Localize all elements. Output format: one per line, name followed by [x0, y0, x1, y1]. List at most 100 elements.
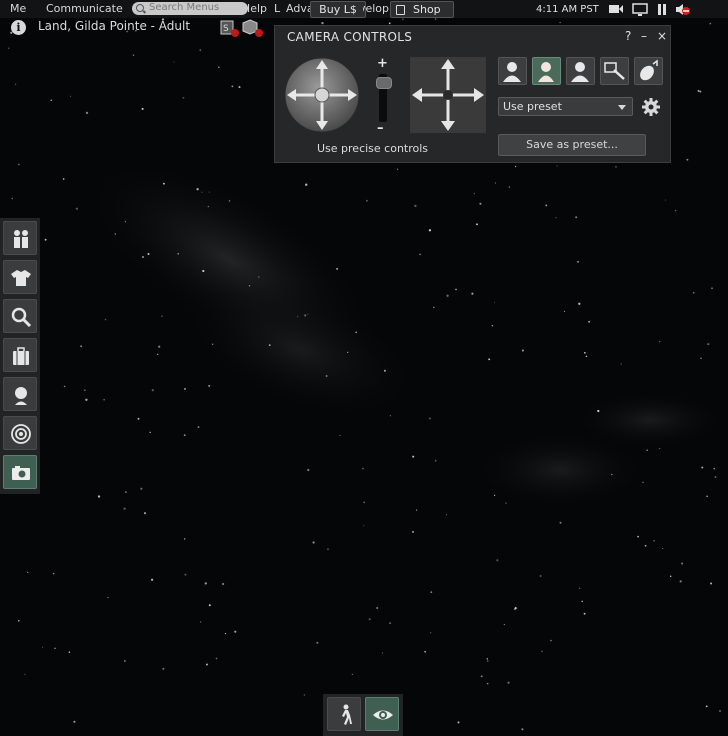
- star: [692, 291, 695, 294]
- star: [550, 639, 552, 642]
- help-button[interactable]: ?: [625, 29, 631, 43]
- camera-view-button[interactable]: [365, 697, 399, 731]
- star: [27, 571, 29, 573]
- star: [577, 260, 580, 263]
- star: [362, 467, 364, 470]
- star: [140, 487, 143, 490]
- zoom-slider-thumb[interactable]: [376, 77, 392, 89]
- star: [125, 491, 127, 493]
- location-title[interactable]: Land, Gilda Pointe - Adult: [38, 19, 190, 33]
- buy-currency-button[interactable]: Buy L$: [310, 1, 366, 18]
- svg-text:S: S: [223, 24, 229, 34]
- star: [493, 302, 495, 304]
- star: [234, 630, 237, 633]
- menu-me[interactable]: Me: [10, 2, 26, 15]
- star: [124, 660, 126, 662]
- star: [339, 435, 341, 437]
- star: [495, 182, 497, 184]
- star: [151, 389, 154, 392]
- rear-view-button[interactable]: [566, 57, 595, 85]
- object-view-icon: [604, 62, 625, 80]
- no-scripts-icon[interactable]: S: [220, 20, 240, 38]
- pause-icon[interactable]: [656, 3, 668, 16]
- preset-dropdown[interactable]: Use preset: [498, 97, 633, 116]
- star: [221, 582, 225, 586]
- gear-icon[interactable]: [641, 97, 661, 117]
- precise-controls-label[interactable]: Use precise controls: [317, 142, 428, 155]
- star: [564, 310, 566, 312]
- star: [73, 720, 76, 723]
- star: [18, 620, 20, 622]
- star: [184, 387, 186, 390]
- menu-help[interactable]: Help: [245, 2, 267, 15]
- star: [707, 343, 710, 346]
- search-menus-field[interactable]: Search Menus: [132, 2, 248, 15]
- star: [327, 548, 329, 551]
- avatar-icon: [15, 387, 27, 405]
- star: [701, 466, 704, 469]
- mouselook-icon: [640, 59, 658, 81]
- menu-communicate[interactable]: Communicate: [46, 2, 123, 15]
- star: [653, 539, 655, 542]
- snapshot-button[interactable]: [3, 455, 37, 489]
- panel-title: CAMERA CONTROLS: [287, 30, 413, 44]
- star: [321, 21, 324, 25]
- walk-button[interactable]: [327, 697, 361, 731]
- star: [228, 200, 231, 202]
- star: [446, 294, 449, 297]
- object-view-button[interactable]: [600, 57, 629, 85]
- star: [248, 284, 251, 287]
- star: [202, 269, 205, 273]
- star: [642, 481, 644, 483]
- pan-control[interactable]: [410, 57, 486, 133]
- menu-l[interactable]: L: [274, 2, 284, 15]
- side-view-button[interactable]: [532, 57, 561, 85]
- star: [659, 341, 661, 343]
- star: [212, 343, 214, 345]
- star: [432, 306, 435, 309]
- info-icon[interactable]: i: [11, 20, 26, 35]
- inventory-button[interactable]: [3, 338, 37, 372]
- appearance-button[interactable]: [3, 260, 37, 294]
- star: [545, 204, 548, 207]
- minimize-button[interactable]: –: [641, 29, 647, 43]
- star: [184, 573, 187, 576]
- star: [706, 495, 708, 498]
- people-button[interactable]: [3, 221, 37, 255]
- star: [205, 663, 208, 666]
- star: [496, 559, 499, 562]
- save-as-preset-button[interactable]: Save as preset...: [498, 134, 646, 156]
- video-icon[interactable]: [608, 3, 624, 15]
- volume-muted-icon[interactable]: [675, 3, 691, 16]
- mouselook-button[interactable]: [634, 57, 663, 85]
- star: [365, 199, 368, 202]
- star: [521, 349, 524, 352]
- star: [42, 646, 44, 648]
- star: [646, 449, 648, 451]
- inventory-icon: [13, 347, 29, 365]
- search-button[interactable]: [3, 299, 37, 333]
- zoom-slider[interactable]: [376, 74, 392, 122]
- star: [714, 476, 717, 478]
- shop-button[interactable]: Shop: [390, 1, 454, 18]
- star: [507, 681, 510, 684]
- star: [52, 572, 55, 575]
- menu-develop[interactable]: Develop: [363, 2, 389, 15]
- star: [578, 302, 581, 305]
- radar-button[interactable]: [3, 416, 37, 450]
- star: [597, 409, 600, 413]
- orbit-control[interactable]: [284, 57, 360, 133]
- star: [479, 202, 482, 205]
- display-icon[interactable]: [632, 3, 648, 17]
- left-toolbar: [0, 218, 40, 494]
- star: [355, 331, 358, 334]
- no-build-icon[interactable]: [242, 19, 264, 38]
- star: [611, 473, 613, 476]
- close-button[interactable]: ×: [657, 29, 667, 43]
- avatar-button[interactable]: [3, 377, 37, 411]
- star: [491, 324, 494, 327]
- star: [664, 199, 667, 201]
- people-icon: [14, 230, 28, 248]
- star: [428, 417, 431, 420]
- front-view-button[interactable]: [498, 57, 527, 85]
